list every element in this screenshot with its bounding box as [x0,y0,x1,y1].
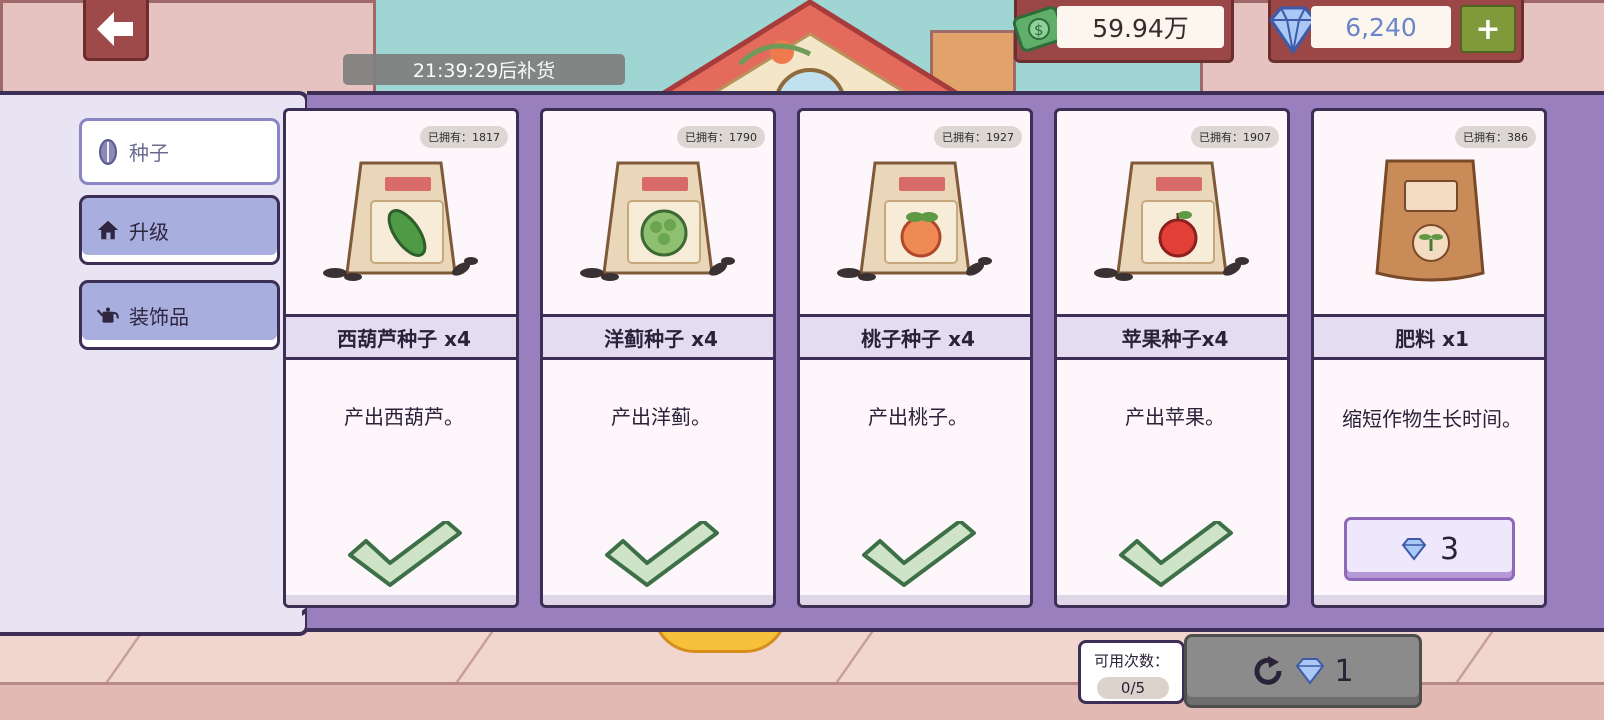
category-label: 装饰品 [129,304,189,329]
gem-counter: 6,240 + [1268,0,1524,63]
category-label: 种子 [129,141,169,165]
item-name: 肥料 x1 [1314,314,1544,360]
add-gems-button[interactable]: + [1460,5,1516,53]
item-description: 缩短作物生长时间。 [1342,407,1522,431]
item-name: 苹果种子x4 [1057,314,1287,360]
refresh-uses-box: 可用次数： 0/5 [1078,640,1185,704]
back-arrow-icon [97,12,133,46]
uses-value: 0/5 [1097,677,1169,699]
shop-item-card[interactable]: 已拥有：1927 桃子种子 x4 产出桃子。 [797,108,1033,608]
refresh-icon [1254,656,1282,685]
shop-item-card[interactable]: 已拥有：1790 洋蓟种子 x4 产出洋蓟。 [540,108,776,608]
back-button[interactable] [83,0,149,61]
artichoke-seed-pack-icon [580,161,735,281]
purchased-check-icon [862,521,976,587]
item-description: 产出洋蓟。 [611,405,711,429]
svg-text:$: $ [1034,21,1044,39]
card-footer [1057,595,1287,605]
category-tab-upgrades[interactable]: 升级 [79,195,280,265]
zucchini-seed-pack-icon [323,161,478,281]
buy-fertilizer-button[interactable]: 3 [1344,517,1515,581]
item-name: 洋蓟种子 x4 [543,314,773,360]
category-tab-decorations[interactable]: 装饰品 [79,280,280,350]
category-tab-seeds[interactable]: 种子 [79,118,280,185]
category-label: 升级 [129,219,169,244]
owned-count-badge: 已拥有：1817 [420,126,508,148]
money-value: 59.94万 [1057,6,1224,48]
purchased-check-icon [348,521,462,587]
item-description: 产出桃子。 [868,405,968,429]
uses-label: 可用次数： [1093,652,1169,670]
shop-item-card[interactable]: 已拥有：1907 苹果种子x4 产出苹果。 [1054,108,1290,608]
item-name: 西葫芦种子 x4 [286,314,516,360]
watering-can-icon [97,304,119,326]
owned-count-badge: 已拥有：1927 [934,126,1022,148]
diamond-icon [1401,538,1427,561]
gem-value: 6,240 [1311,6,1451,48]
owned-count-badge: 已拥有：386 [1455,126,1536,148]
diamond-icon [1296,658,1325,685]
item-description: 产出西葫芦。 [344,405,464,429]
restock-timer: 21:39:29后补货 [343,54,625,85]
card-footer [800,595,1030,605]
price-value: 3 [1439,531,1460,567]
card-footer [543,595,773,605]
money-counter: $ 59.94万 [1012,0,1234,63]
seed-icon [97,138,119,165]
item-description: 产出苹果。 [1125,405,1225,429]
fertilizer-bag-icon [1375,159,1485,282]
purchased-check-icon [605,521,719,587]
card-footer [1314,595,1544,605]
house-icon [97,219,119,241]
item-name: 桃子种子 x4 [800,314,1030,360]
card-footer [286,595,516,605]
apple-seed-pack-icon [1094,161,1249,281]
shop-item-card[interactable]: 已拥有：386 肥料 x1 缩短作物生长时间。 3 [1311,108,1547,608]
peach-seed-pack-icon [837,161,992,281]
owned-count-badge: 已拥有：1790 [677,126,765,148]
refresh-cost: 1 [1334,653,1354,689]
purchased-check-icon [1119,521,1233,587]
owned-count-badge: 已拥有：1907 [1191,126,1279,148]
shop-item-card[interactable]: 已拥有：1817 西葫芦种子 x4 产出西葫芦。 [283,108,519,608]
refresh-shop-button[interactable]: 1 [1184,634,1422,708]
